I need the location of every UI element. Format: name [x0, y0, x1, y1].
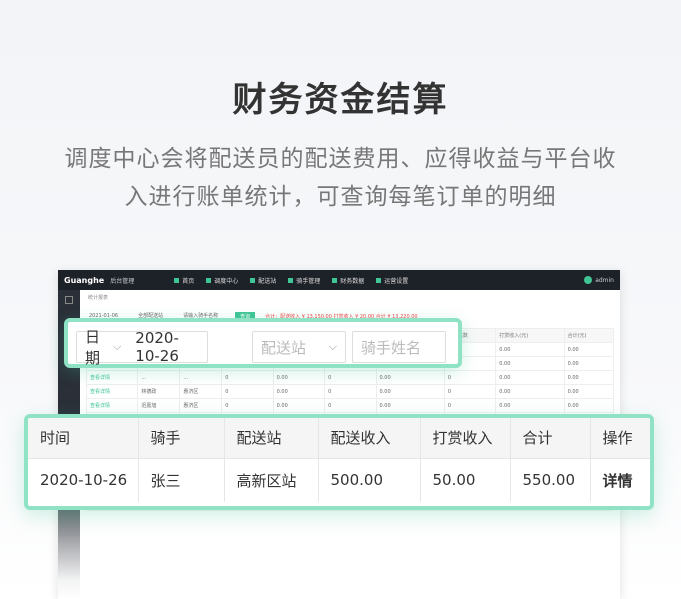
admin-table-cell: ... — [179, 370, 223, 385]
admin-logo: Guanghe — [64, 275, 105, 285]
cell-rider: 张三 — [138, 457, 225, 502]
report-icon[interactable] — [65, 296, 73, 304]
cell-tip-income: 50.00 — [420, 457, 511, 502]
admin-table-header: 打赏收入(元) — [495, 328, 565, 343]
headline: 财务资金结算 — [232, 80, 449, 120]
admin-table-cell: 0.00 — [495, 398, 565, 413]
avatar — [584, 276, 593, 284]
header-tip-income: 打赏收入 — [420, 418, 511, 458]
top-user[interactable]: admin — [584, 276, 614, 284]
admin-table-cell: 0.00 — [272, 370, 326, 385]
admin-table-header: 合计(元) — [563, 328, 615, 343]
cell-station: 高新区站 — [224, 457, 319, 502]
admin-table-cell: 0 — [443, 398, 497, 413]
admin-table-row: 查看详情......00.0000.0000.000.00 — [85, 370, 615, 385]
chevron-down-icon: ⌵ — [328, 340, 337, 353]
detail-link[interactable]: 详情 — [590, 457, 650, 502]
admin-table-cell: 0.00 — [563, 384, 615, 399]
admin-table-cell: 0.00 — [272, 384, 326, 399]
home-icon — [288, 277, 294, 283]
admin-table-cell: 0.00 — [375, 398, 445, 413]
admin-table-row: 查看详情 林德政 惠济区 0 0.00 0 0.00 0 0.00 0.00 — [85, 384, 615, 399]
nav-item-home[interactable]: 首页 — [174, 276, 194, 285]
admin-table-cell: 0 — [443, 370, 497, 385]
admin-table-cell: 0.00 — [563, 342, 615, 357]
header-delivery-income: 配送收入 — [318, 418, 421, 458]
admin-view-detail-link[interactable]: 查看详情 — [85, 384, 139, 399]
admin-table-cell: 0 — [221, 384, 274, 399]
header-station: 配送站 — [224, 418, 319, 458]
admin-table-cell: 迟嘉旭 — [137, 398, 181, 413]
home-icon — [250, 277, 256, 283]
nav-item-operation[interactable]: 运营设置 — [376, 276, 408, 285]
header-action: 操作 — [590, 418, 650, 458]
chevron-down-icon: ⌵ — [112, 340, 122, 353]
home-icon — [174, 277, 180, 283]
header-total: 合计 — [510, 418, 591, 458]
nav-item-station[interactable]: 配送站 — [250, 276, 276, 285]
admin-table-cell: 0 — [221, 370, 274, 385]
subtext: 调度中心会将配送员的配送费用、应得收益与平台收 入进行账单统计，可查询每笔订单的… — [30, 140, 651, 216]
station-select[interactable]: 配送站 ⌵ — [252, 331, 346, 363]
admin-table-cell: 0.00 — [375, 384, 445, 399]
admin-table-cell: 0.00 — [563, 356, 615, 371]
admin-view-detail-link[interactable]: 查看详情 — [85, 398, 139, 413]
admin-table-cell: ... — [137, 370, 181, 385]
settlement-table-card: 时间 骑手 配送站 配送收入 打赏收入 合计 操作 2020-10-26 张三 … — [24, 414, 654, 510]
admin-table-cell: 林德政 — [137, 384, 181, 399]
admin-table-cell: 0.00 — [495, 356, 565, 371]
admin-topbar: Guanghe 后台管理 首页 调度中心 配送站 骑手管理 财务数据 运营设置 … — [58, 270, 620, 290]
nav-item-dispatch[interactable]: 调度中心 — [206, 276, 238, 285]
filter-card: 日期 ⌵ 2020-10-26 配送站 ⌵ 骑手姓名 — [64, 318, 462, 368]
admin-logo-sub: 后台管理 — [110, 277, 135, 285]
settlement-table: 时间 骑手 配送站 配送收入 打赏收入 合计 操作 2020-10-26 张三 … — [28, 418, 650, 502]
admin-table-cell: 0 — [324, 384, 377, 399]
admin-table-cell: 0 — [324, 370, 377, 385]
admin-table-cell: 0.00 — [495, 342, 565, 357]
cell-delivery-income: 500.00 — [318, 457, 421, 502]
home-icon — [332, 277, 338, 283]
subtext-line-2: 入进行账单统计，可查询每笔订单的明细 — [124, 184, 557, 210]
admin-table-cell: 0.00 — [272, 398, 326, 413]
admin-table-cell: 惠济区 — [179, 384, 223, 399]
station-placeholder: 配送站 — [261, 338, 307, 357]
header-rider: 骑手 — [138, 418, 225, 458]
admin-table-cell: 0 — [443, 384, 497, 399]
date-field[interactable]: 日期 ⌵ 2020-10-26 — [76, 328, 208, 367]
cell-total: 550.00 — [510, 457, 591, 502]
admin-table-cell: 0.00 — [563, 398, 615, 413]
admin-table-row: 查看详情 迟嘉旭 惠济区 0 0.00 0 0.00 0 0.00 0.00 — [85, 398, 615, 413]
rider-input[interactable]: 骑手姓名 — [352, 331, 446, 363]
nav-item-rider[interactable]: 骑手管理 — [288, 276, 320, 285]
admin-table-cell: 0 — [324, 398, 377, 413]
table-row: 2020-10-26 张三 高新区站 500.00 50.00 550.00 详… — [28, 457, 650, 502]
rider-placeholder: 骑手姓名 — [361, 338, 422, 357]
admin-table-cell: 0.00 — [563, 370, 615, 385]
date-value: 2020-10-26 — [135, 329, 179, 365]
table-header-row: 时间 骑手 配送站 配送收入 打赏收入 合计 操作 — [28, 418, 650, 458]
admin-table-cell: 0.00 — [495, 370, 565, 385]
subtext-line-1: 调度中心会将配送员的配送费用、应得收益与平台收 — [64, 146, 617, 172]
admin-table-cell: 惠济区 — [179, 398, 223, 413]
admin-table-cell: 0 — [221, 398, 274, 413]
header-time: 时间 — [28, 418, 139, 458]
admin-table-cell: 0.00 — [375, 370, 445, 385]
cell-time: 2020-10-26 — [28, 457, 139, 502]
date-label: 日期 — [85, 328, 101, 367]
breadcrumb: 统计报表 — [88, 295, 109, 301]
admin-view-detail-link[interactable]: 查看详情 — [85, 370, 139, 385]
home-icon — [376, 277, 382, 283]
nav-item-finance[interactable]: 财务数据 — [332, 276, 364, 285]
admin-table-cell: 0.00 — [495, 384, 565, 399]
home-icon — [206, 277, 212, 283]
